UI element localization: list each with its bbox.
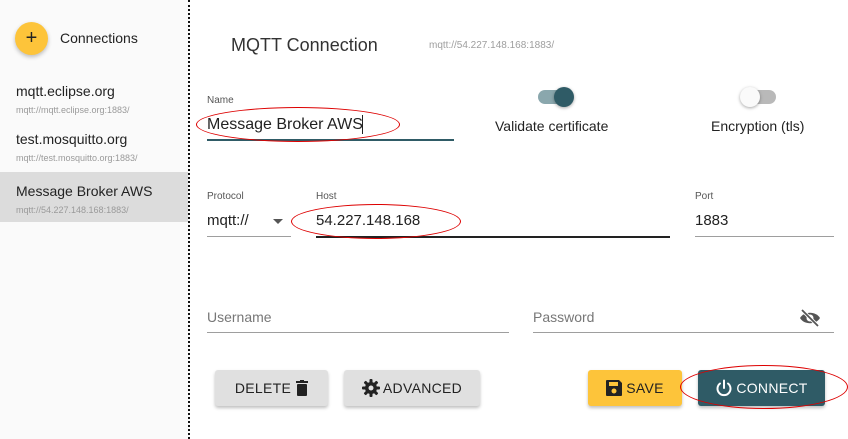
username-input[interactable]: Username [207, 309, 272, 325]
power-icon [716, 379, 732, 397]
gear-icon [361, 379, 380, 397]
connection-name: mqtt.eclipse.org [16, 83, 115, 99]
connection-item-test-mosquitto[interactable]: test.mosquitto.org mqtt://test.mosquitto… [0, 126, 188, 176]
encryption-tls-toggle[interactable] [740, 87, 776, 107]
toggle-knob [554, 87, 574, 107]
name-input[interactable]: Message Broker AWS [207, 116, 363, 134]
password-underline [533, 332, 834, 333]
connection-url-subtitle: mqtt://54.227.148.168:1883/ [429, 40, 555, 51]
port-label: Port [695, 191, 714, 202]
validate-certificate-toggle[interactable] [538, 87, 574, 107]
advanced-button[interactable]: ADVANCED [344, 370, 480, 406]
protocol-underline [207, 236, 291, 237]
add-connection-button[interactable]: + [15, 22, 48, 55]
connections-sidebar: + Connections mqtt.eclipse.org mqtt://mq… [0, 0, 190, 439]
connection-name: Message Broker AWS [16, 183, 153, 199]
port-input[interactable]: 1883 [695, 212, 728, 229]
username-underline [207, 332, 509, 333]
trash-icon [296, 380, 309, 396]
name-underline [207, 139, 454, 141]
advanced-button-label: ADVANCED [382, 380, 463, 396]
port-underline [695, 236, 834, 237]
password-input[interactable]: Password [533, 309, 594, 325]
delete-button-label: DELETE [234, 380, 292, 396]
save-icon [606, 380, 623, 396]
connection-url: mqtt://mqtt.eclipse.org:1883/ [16, 105, 130, 115]
connection-name: test.mosquitto.org [16, 131, 128, 147]
delete-button[interactable]: DELETE [215, 370, 328, 406]
connect-button[interactable]: CONNECT [698, 370, 825, 406]
host-underline [316, 236, 670, 238]
toggle-knob [740, 87, 760, 107]
protocol-label: Protocol [207, 191, 244, 202]
plus-icon: + [25, 27, 38, 49]
save-button[interactable]: SAVE [588, 370, 682, 406]
protocol-select[interactable]: mqtt:// [207, 212, 249, 229]
dropdown-arrow-icon[interactable] [273, 219, 283, 224]
connection-url: mqtt://test.mosquitto.org:1883/ [16, 153, 138, 163]
connect-button-label: CONNECT [736, 380, 808, 396]
connection-item-message-broker-aws[interactable]: Message Broker AWS mqtt://54.227.148.168… [0, 172, 188, 222]
text-cursor [362, 115, 363, 134]
page-title: MQTT Connection [231, 35, 378, 55]
host-label: Host [316, 191, 337, 202]
connection-item-mqtt-eclipse[interactable]: mqtt.eclipse.org mqtt://mqtt.eclipse.org… [0, 78, 188, 128]
connections-title: Connections [60, 30, 138, 46]
visibility-off-icon[interactable] [798, 308, 822, 328]
validate-certificate-label: Validate certificate [495, 118, 609, 134]
encryption-tls-label: Encryption (tls) [711, 118, 805, 134]
save-button-label: SAVE [626, 380, 664, 396]
host-input[interactable]: 54.227.148.168 [316, 212, 420, 229]
connection-url: mqtt://54.227.148.168:1883/ [16, 205, 129, 215]
name-label: Name [207, 95, 234, 106]
